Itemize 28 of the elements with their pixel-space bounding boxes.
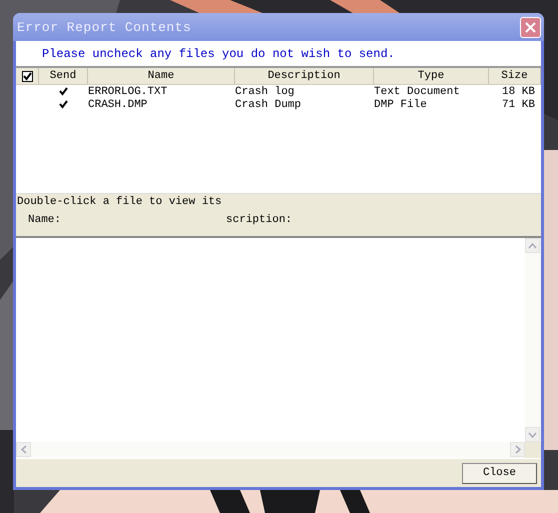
- description-label: scription:: [226, 214, 292, 226]
- name-label: Name:: [28, 214, 62, 226]
- table-cell: Text Document: [374, 86, 460, 98]
- column-header[interactable]: Description: [235, 68, 374, 84]
- column-header[interactable]: Size: [489, 68, 541, 84]
- table-cell: 18 KB: [502, 86, 535, 98]
- table-cell: ERRORLOG.TXT: [88, 86, 168, 98]
- checkbox[interactable]: [22, 70, 32, 82]
- table-cell: DMP File: [374, 98, 427, 110]
- column-header[interactable]: Name: [88, 68, 235, 84]
- checkbox[interactable]: [58, 86, 68, 96]
- column-header[interactable]: Type: [374, 68, 489, 84]
- scroll-up-icon[interactable]: [525, 238, 540, 253]
- window-title: Error Report Contents: [17, 20, 192, 34]
- close-icon[interactable]: [520, 16, 541, 38]
- hint-text: Double-click a file to view its: [17, 196, 223, 208]
- table-cell: 71 KB: [502, 98, 535, 110]
- column-header[interactable]: Send: [39, 68, 88, 84]
- scroll-right-icon[interactable]: [510, 442, 525, 457]
- scroll-left-icon[interactable]: [16, 442, 31, 457]
- horizontal-scrollbar[interactable]: [16, 442, 525, 458]
- table-cell: Crash Dump: [235, 98, 302, 110]
- scroll-down-icon[interactable]: [525, 427, 540, 442]
- table-cell: CRASH.DMP: [88, 98, 148, 110]
- close-button[interactable]: Close: [462, 462, 537, 484]
- instruction-text: Please uncheck any files you do not wish to send.: [42, 46, 395, 60]
- vertical-scrollbar[interactable]: [525, 238, 541, 442]
- table-cell: Crash log: [235, 86, 294, 98]
